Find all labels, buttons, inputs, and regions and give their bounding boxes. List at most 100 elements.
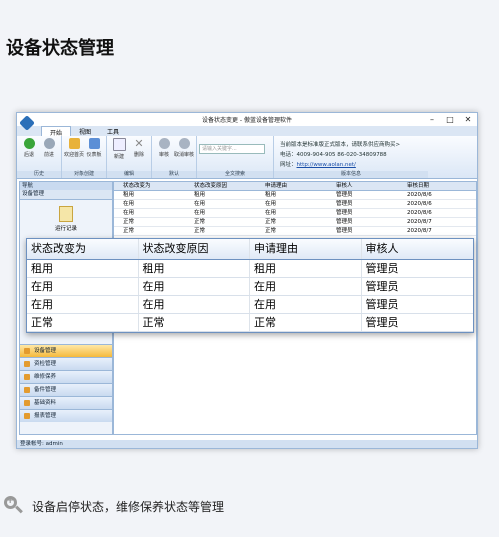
table-cell: 租用 <box>250 260 362 277</box>
user-cancel-icon <box>178 138 190 149</box>
search-input[interactable]: 请输入关键字... <box>199 144 265 154</box>
table-cell: 管理员 <box>336 228 353 234</box>
table-cell: 管理员 <box>336 192 353 198</box>
table-cell: 正常 <box>123 219 135 225</box>
chart-icon <box>88 138 100 149</box>
table-cell: 2020/8/6 <box>407 201 432 207</box>
table-cell: 租用 <box>27 260 139 277</box>
zoom-col-apply[interactable]: 申请理由 <box>250 239 362 259</box>
page-heading: 设备状态管理 <box>6 38 114 59</box>
grid-col-apply[interactable]: 申请理由 <box>262 182 333 190</box>
table-cell: 正常 <box>194 228 206 234</box>
grid-col-status[interactable]: 状态改变为 <box>120 182 191 190</box>
table-row[interactable]: 正常 正常 正常 管理员 2020/8/7 <box>114 227 476 236</box>
minimize-button[interactable]: – <box>423 115 441 124</box>
table-row[interactable]: 租用 租用 租用 管理员 <box>27 260 473 278</box>
table-cell: 在用 <box>194 210 206 216</box>
website-link[interactable]: http://www.aolan.net/ <box>297 162 356 168</box>
table-row[interactable]: 在用 在用 在用 管理员 2020/8/6 <box>114 209 476 218</box>
status-bar: 登录帐号: admin <box>17 440 477 448</box>
tab-tools[interactable]: 工具 <box>99 126 127 136</box>
table-cell: 在用 <box>250 296 362 313</box>
grid-col-date[interactable]: 审核日期 <box>404 182 475 190</box>
run-record-shortcut[interactable]: 运行记录 <box>48 206 84 232</box>
table-cell: 在用 <box>139 278 251 295</box>
table-cell: 在用 <box>250 278 362 295</box>
sidebar-item-equipment[interactable]: 设备管理 <box>20 344 112 357</box>
object-group: 欢迎首页 仪表板 对象创建 <box>62 136 107 178</box>
sidebar-section[interactable]: 设备管理 <box>20 190 112 200</box>
table-cell: 管理员 <box>365 316 399 329</box>
table-cell: 正常 <box>265 219 277 225</box>
close-button[interactable]: ✕ <box>459 115 477 124</box>
table-row[interactable]: 租用 租用 租用 管理员 2020/8/6 <box>114 191 476 200</box>
zoom-header: 状态改变为 状态改变原因 申请理由 审核人 <box>27 239 473 260</box>
forward-arrow-icon <box>43 138 55 149</box>
version-notice[interactable]: 当前版本是标准版正式版本，请联系供应商购买> <box>280 140 400 150</box>
record-doc-icon <box>59 206 73 222</box>
ribbon: 后退 前进 历史 欢迎首页 仪表板 对象创建 新建 ✕ 删除 编辑 审核 取消审核… <box>17 136 477 179</box>
nav-list: 设备管理 资检管理 维修保养 备件管理 基础资料 报表管理 <box>20 344 112 422</box>
table-cell: 租用 <box>194 192 206 198</box>
table-row[interactable]: 在用 在用 在用 管理员 <box>27 278 473 296</box>
table-cell: 2020/8/7 <box>407 219 432 225</box>
table-cell: 管理员 <box>365 280 399 293</box>
user-icon <box>158 138 170 149</box>
sidebar-item-basic-data[interactable]: 基础资料 <box>20 396 112 409</box>
table-cell: 2020/8/7 <box>407 228 432 234</box>
table-cell: 2020/8/6 <box>407 210 432 216</box>
phone-number: 4009-904-905 86-020-34809788 <box>296 152 387 158</box>
ribbon-tabs: 开始 视图 工具 <box>17 126 477 137</box>
grid-header: 状态改变为 状态改变原因 申请理由 审核人 审核日期 <box>114 182 476 191</box>
approve-group: 审核 取消审核 默认 <box>152 136 197 178</box>
sidebar-item-spare-parts[interactable]: 备件管理 <box>20 383 112 396</box>
table-cell: 管理员 <box>365 298 399 311</box>
window-title: 设备状态变更 - 傲蓝设备管理软件 <box>202 117 292 124</box>
table-cell: 租用 <box>123 192 135 198</box>
zoom-col-reviewer[interactable]: 审核人 <box>362 239 473 259</box>
search-group: 请输入关键字... 全文搜索 <box>197 136 274 178</box>
table-row[interactable]: 正常 正常 正常 管理员 <box>27 314 473 332</box>
sidebar-item-inspection[interactable]: 资检管理 <box>20 357 112 370</box>
caption: + 设备启停状态，维修保养状态等管理 <box>4 495 225 516</box>
table-cell: 管理员 <box>336 210 353 216</box>
table-cell: 正常 <box>123 228 135 234</box>
history-group: 后退 前进 历史 <box>17 136 62 178</box>
table-row[interactable]: 正常 正常 正常 管理员 2020/8/7 <box>114 218 476 227</box>
table-cell: 正常 <box>194 219 206 225</box>
delete-x-icon: ✕ <box>134 137 144 150</box>
table-cell: 管理员 <box>336 201 353 207</box>
info-group: 当前版本是标准版正式版本，请联系供应商购买> 电话：4009-904-905 8… <box>274 136 428 178</box>
table-cell: 正常 <box>250 314 362 331</box>
table-cell: 管理员 <box>365 262 399 275</box>
table-cell: 管理员 <box>336 219 353 225</box>
maximize-button[interactable]: □ <box>441 115 459 124</box>
table-cell: 在用 <box>27 278 139 295</box>
table-row[interactable]: 在用 在用 在用 管理员 2020/8/6 <box>114 200 476 209</box>
edit-group: 新建 ✕ 删除 编辑 <box>107 136 152 178</box>
sidebar-item-maintenance[interactable]: 维修保养 <box>20 370 112 383</box>
zoom-col-status[interactable]: 状态改变为 <box>27 239 139 259</box>
zoom-col-reason[interactable]: 状态改变原因 <box>139 239 251 259</box>
table-cell: 在用 <box>265 210 277 216</box>
table-cell: 在用 <box>139 296 251 313</box>
new-doc-icon <box>112 138 126 151</box>
table-cell: 租用 <box>139 260 251 277</box>
back-arrow-icon <box>23 138 35 149</box>
zoomed-table: 状态改变为 状态改变原因 申请理由 审核人 租用 租用 租用 管理员 在用 在用 在用 管理员… <box>26 238 474 333</box>
tab-view[interactable]: 视图 <box>71 126 99 136</box>
tab-start[interactable]: 开始 <box>41 126 72 137</box>
grid-col-reason[interactable]: 状态改变原因 <box>191 182 262 190</box>
table-cell: 在用 <box>194 201 206 207</box>
table-cell: 在用 <box>123 210 135 216</box>
home-icon <box>68 138 80 149</box>
grid-col-reviewer[interactable]: 审核人 <box>333 182 404 190</box>
table-cell: 正常 <box>27 314 139 331</box>
caption-text: 设备启停状态，维修保养状态等管理 <box>32 499 225 514</box>
sidebar-header: 导航 <box>20 182 112 190</box>
table-row[interactable]: 在用 在用 在用 管理员 <box>27 296 473 314</box>
table-cell: 在用 <box>123 201 135 207</box>
table-cell: 租用 <box>265 192 277 198</box>
table-cell: 正常 <box>265 228 277 234</box>
sidebar-item-reports[interactable]: 报表管理 <box>20 409 112 422</box>
